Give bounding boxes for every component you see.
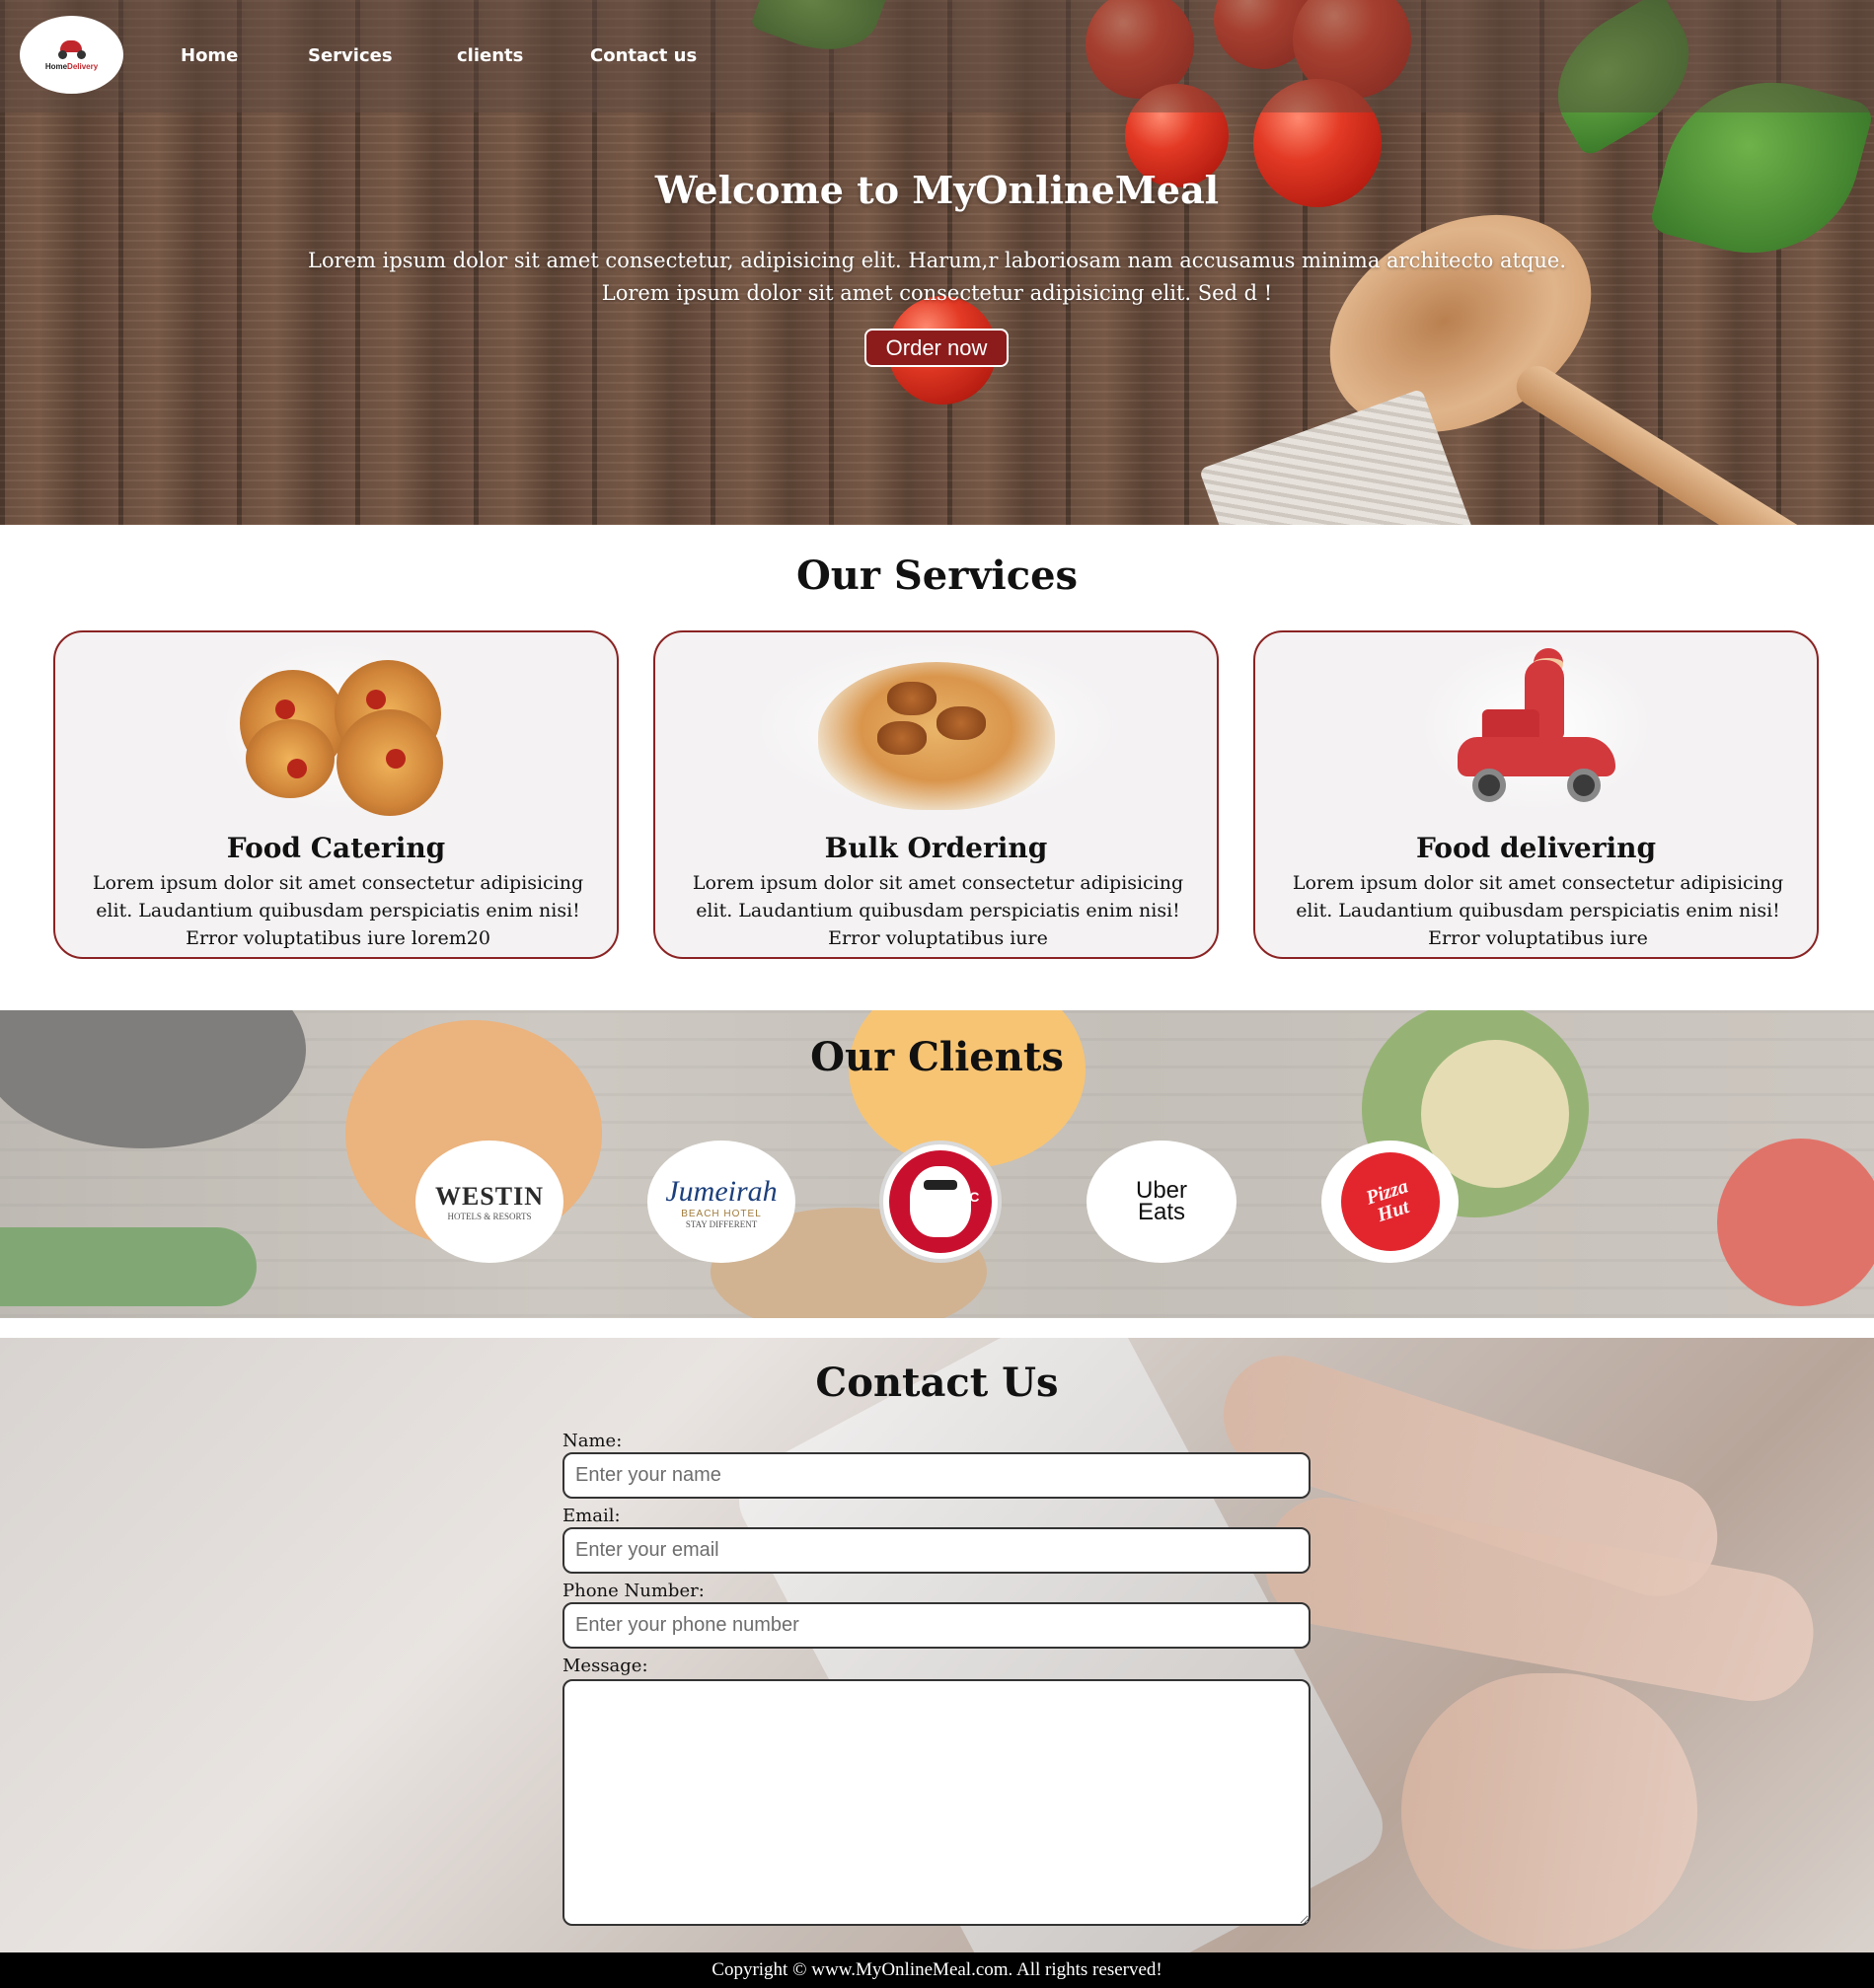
jumeirah-logo-text: Jumeirah [665,1174,778,1208]
email-input[interactable] [562,1527,1311,1574]
email-label: Email: [562,1506,621,1526]
biryani-icon [817,662,1055,810]
copyright-text: Copyright © www.MyOnlineMeal.com. All ri… [712,1959,1162,1980]
site-logo[interactable]: HomeDelivery [20,16,123,94]
client-logo-westin[interactable]: WESTIN HOTELS & RESORTS [415,1141,563,1263]
jumeirah-logo-tagline: STAY DIFFERENT [685,1218,758,1229]
card-description: Lorem ipsum dolor sit amet consectetur a… [1292,872,1784,949]
services-title: Our Services [795,552,1079,599]
card-title: Bulk Ordering [824,832,1048,864]
hero-title: Welcome to MyOnlineMeal [654,168,1220,212]
card-description: Lorem ipsum dolor sit amet consectetur a… [692,872,1184,949]
site-footer: Copyright © www.MyOnlineMeal.com. All ri… [0,1952,1874,1988]
hand-background [1401,1673,1697,1950]
clients-title: Our Clients [810,1034,1064,1080]
service-card-catering: Food Catering Lorem ipsum dolor sit amet… [53,630,619,959]
client-logo-uber-eats[interactable]: Uber Eats [1087,1141,1237,1263]
nav-link-services[interactable]: Services [308,45,393,66]
contact-title: Contact Us [815,1360,1059,1406]
pizza-icon [228,660,445,816]
top-nav: HomeDelivery Home Services clients Conta… [0,0,1874,112]
logo-text-delivery: Delivery [67,62,99,71]
service-card-bulk: Bulk Ordering Lorem ipsum dolor sit amet… [653,630,1219,959]
client-logo-pizza-hut[interactable]: Pizza Hut [1321,1141,1459,1263]
service-card-delivery: Food delivering Lorem ipsum dolor sit am… [1253,630,1819,959]
phone-label: Phone Number: [562,1581,705,1601]
client-logo-kfc[interactable]: KFC [879,1141,1002,1263]
name-input[interactable] [562,1452,1311,1499]
card-title: Food Catering [226,832,446,864]
message-label: Message: [562,1656,648,1676]
nav-link-home[interactable]: Home [181,45,238,66]
phone-input[interactable] [562,1602,1311,1649]
hero-description-line-1: Lorem ipsum dolor sit amet consectetur, … [308,249,1566,272]
pizza-hut-icon: Pizza Hut [1340,1152,1440,1251]
westin-logo-text: WESTIN [434,1182,545,1211]
scooter-logo-icon [52,38,92,60]
nav-link-clients[interactable]: clients [457,45,523,66]
westin-logo-subtext: HOTELS & RESORTS [447,1212,532,1221]
card-title: Food delivering [1415,832,1657,864]
client-logo-jumeirah[interactable]: Jumeirah BEACH HOTEL STAY DIFFERENT [647,1141,795,1263]
name-label: Name: [562,1431,623,1451]
nav-link-contact[interactable]: Contact us [590,45,697,66]
hero-section: HomeDelivery Home Services clients Conta… [0,0,1874,525]
card-description: Lorem ipsum dolor sit amet consectetur a… [92,872,584,949]
logo-text: HomeDelivery [45,62,98,71]
kfc-logo-text: KFC [950,1189,980,1205]
order-now-button[interactable]: Order now [864,329,1009,367]
hero-description-line-2: Lorem ipsum dolor sit amet consectetur a… [601,281,1273,305]
hero-description: Lorem ipsum dolor sit amet consectetur, … [237,245,1637,310]
logo-text-home: Home [44,62,68,71]
eats-logo-text: Eats [1137,1199,1186,1225]
jumeirah-logo-subtext: BEACH HOTEL [681,1208,762,1219]
message-textarea[interactable] [562,1679,1311,1926]
